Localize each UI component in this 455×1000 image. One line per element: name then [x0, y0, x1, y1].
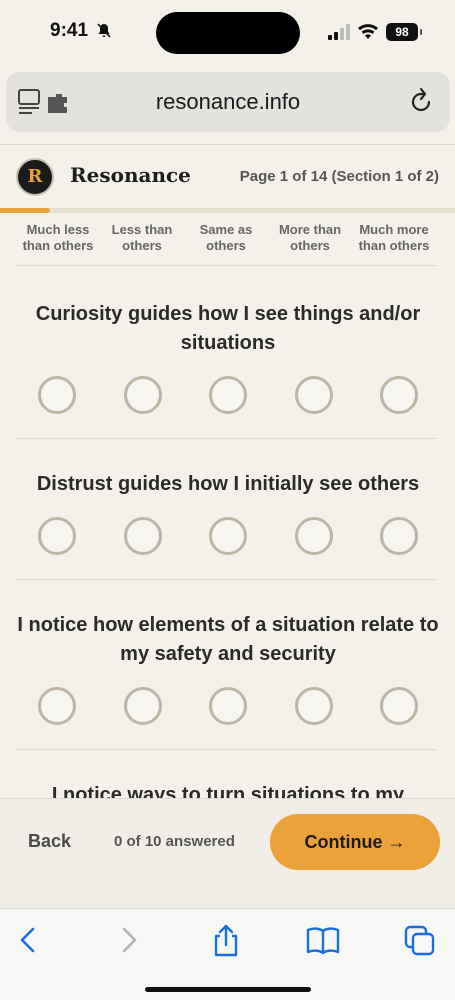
dynamic-island [156, 12, 300, 54]
radio-same[interactable] [209, 517, 247, 555]
question-divider [16, 579, 436, 580]
question-text: Curiosity guides how I see things and/or… [35, 303, 421, 354]
question-item: I notice ways to turn situations to my a… [16, 781, 440, 798]
scale-label-less: Less than others [111, 222, 173, 253]
address-bar[interactable]: resonance.info [6, 72, 450, 132]
cellular-signal-icon [328, 24, 350, 40]
question-list[interactable]: Curiosity guides how I see things and/or… [0, 266, 455, 798]
wifi-icon [358, 24, 378, 39]
radio-much-less[interactable] [38, 517, 76, 555]
radio-more[interactable] [294, 376, 333, 414]
answered-count: 0 of 10 answered [114, 833, 235, 850]
scale-label-much-more: Much more than others [358, 222, 430, 253]
back-icon[interactable] [10, 923, 46, 957]
question-item: Curiosity guides how I see things and/or… [16, 300, 440, 414]
survey-footer: Back 0 of 10 answered Continue → [0, 798, 455, 908]
radio-less[interactable] [123, 517, 162, 555]
progress-fill [0, 208, 51, 213]
app-header: R Resonance Page 1 of 14 (Section 1 of 2… [0, 144, 455, 208]
question-item: I notice how elements of a situation rel… [16, 611, 440, 725]
question-text: Distrust guides how I initially see othe… [36, 473, 420, 495]
continue-button[interactable]: Continue → [270, 814, 440, 870]
status-bar: 9:41 98 [0, 0, 455, 64]
scale-label-much-less: Much less than others [22, 222, 94, 253]
rating-scale-header: Much less than others Less than others S… [16, 222, 436, 266]
question-text: I notice ways to turn situations to my a… [51, 784, 405, 798]
bookmarks-icon[interactable] [305, 923, 341, 957]
radio-much-less[interactable] [38, 376, 76, 414]
radio-much-more[interactable] [380, 687, 418, 725]
radio-much-less[interactable] [38, 687, 76, 725]
url-text: resonance.info [155, 89, 301, 114]
back-button[interactable]: Back [28, 831, 71, 852]
radio-same[interactable] [209, 376, 247, 414]
radio-more[interactable] [294, 687, 333, 725]
home-indicator [145, 987, 311, 992]
answer-options [16, 376, 440, 414]
question-divider [16, 749, 436, 750]
status-time: 9:41 [50, 20, 89, 41]
question-item: Distrust guides how I initially see othe… [16, 470, 440, 555]
scale-label-same: Same as others [199, 222, 253, 253]
progress-bar [0, 208, 455, 213]
radio-less[interactable] [123, 376, 162, 414]
radio-less[interactable] [123, 687, 162, 725]
question-text: I notice how elements of a situation rel… [17, 614, 439, 665]
silent-bell-icon [97, 23, 111, 38]
reload-icon[interactable] [408, 87, 434, 115]
share-icon[interactable] [208, 923, 244, 957]
scale-label-more: More than others [278, 222, 342, 253]
battery-indicator: 98 [386, 23, 422, 41]
answer-options [16, 517, 440, 555]
answer-options [16, 687, 440, 725]
radio-much-more[interactable] [380, 517, 418, 555]
forward-icon[interactable] [111, 923, 147, 957]
browser-toolbar [0, 908, 455, 1000]
brand-logo: R [16, 158, 54, 196]
page-indicator: Page 1 of 14 (Section 1 of 2) [239, 168, 439, 185]
question-divider [16, 438, 436, 439]
tabs-icon[interactable] [402, 923, 438, 957]
radio-much-more[interactable] [380, 376, 418, 414]
radio-same[interactable] [209, 687, 247, 725]
brand-name: Resonance [70, 163, 191, 187]
radio-more[interactable] [294, 517, 333, 555]
